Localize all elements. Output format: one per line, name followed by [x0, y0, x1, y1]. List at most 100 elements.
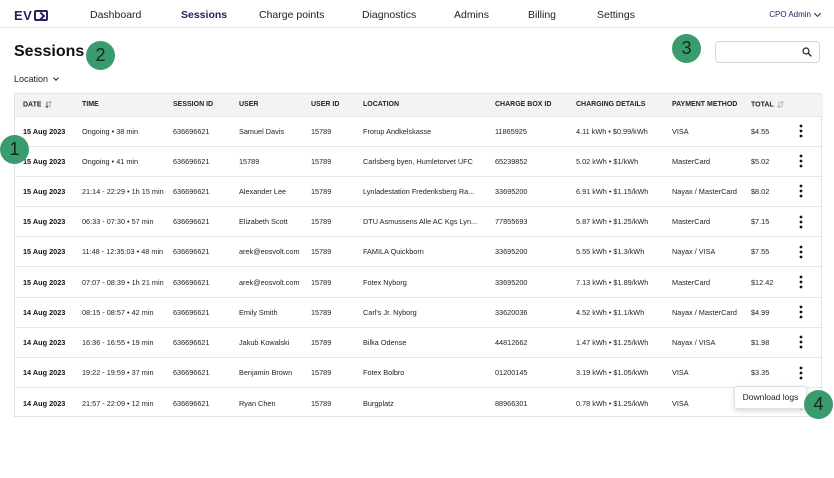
cell-location: FAMILA Quickborn: [363, 247, 424, 257]
cell-charging-details: 1.47 kWh • $1.25/kWh: [576, 337, 649, 347]
cell-time: 19:22 - 19:59 • 37 min: [82, 368, 154, 378]
column-header-user: User: [239, 101, 259, 109]
column-header-actions: [791, 94, 823, 116]
cell-total: $5.02: [751, 156, 770, 166]
cell-session-id: 636696621: [173, 247, 210, 257]
cell-date: 15 Aug 2023: [23, 186, 66, 196]
table-row[interactable]: 15 Aug 2023 11:48 - 12:35:03 • 48 min 6366…: [15, 236, 823, 267]
row-action-menu: Download logs: [734, 386, 807, 409]
search-icon[interactable]: [802, 47, 812, 57]
cell-charging-details: 4.52 kWh • $1.1/kWh: [576, 307, 645, 317]
cell-time: 11:48 - 12:35:03 • 48 min: [82, 247, 164, 257]
nav-diagnostics[interactable]: Diagnostics: [362, 9, 416, 21]
table-row[interactable]: 15 Aug 2023 Ongoing • 41 min 636696621 1578…: [15, 146, 823, 176]
kebab-menu-icon[interactable]: [799, 335, 803, 349]
logo-mark-icon: [34, 10, 49, 21]
chevron-down-icon: [813, 9, 822, 17]
sort-icon[interactable]: [44, 101, 52, 109]
cell-session-id: 636696621: [173, 337, 210, 347]
cell-location: Carl's Jr. Nyborg: [363, 307, 417, 317]
kebab-menu-icon[interactable]: [799, 275, 803, 289]
nav-admins[interactable]: Admins: [454, 9, 489, 21]
cell-user-id: 15789: [311, 398, 332, 408]
table-row[interactable]: 15 Aug 2023 06:33 - 07:30 • 57 min 6366966…: [15, 206, 823, 237]
nav-billing[interactable]: Billing: [528, 9, 556, 21]
cell-session-id: 636696621: [173, 398, 210, 408]
column-header-charging-details: Charging details: [576, 101, 646, 109]
cell-location: Lynladestation Frederiksberg Ra...: [363, 186, 475, 196]
kebab-menu-icon[interactable]: [799, 215, 803, 229]
kebab-menu-icon[interactable]: [799, 305, 803, 319]
table-row[interactable]: 14 Aug 2023 16:36 - 16:55 • 19 min 6366966…: [15, 327, 823, 357]
nav-charge-points[interactable]: Charge points: [259, 9, 324, 21]
column-header-total[interactable]: Total: [743, 94, 791, 116]
callout-marker: 4: [804, 390, 833, 419]
download-logs-menu-item[interactable]: Download logs: [743, 392, 799, 402]
table-row[interactable]: 15 Aug 2023 07:07 - 08:39 • 1h 21 min 6366…: [15, 266, 823, 297]
cell-actions: [791, 237, 823, 267]
cell-charge-box-id: 33695200: [495, 277, 528, 287]
table-row[interactable]: 15 Aug 2023 Ongoing • 38 min 636696621 Samu…: [15, 116, 823, 146]
cell-user: Samuel Davis: [239, 126, 285, 136]
kebab-menu-icon[interactable]: [799, 184, 803, 198]
sort-icon[interactable]: [776, 101, 784, 109]
column-header-payment-method: Payment method: [672, 101, 738, 109]
cell-total: $8.02: [751, 186, 770, 196]
cell-charge-box-id: 11865925: [495, 126, 527, 136]
kebab-menu-icon[interactable]: [799, 245, 803, 259]
kebab-menu-icon[interactable]: [799, 124, 803, 138]
cell-actions: [791, 207, 823, 237]
cell-date: 14 Aug 2023: [23, 398, 66, 408]
cell-charging-details: 5.55 kWh • $1.3/kWh: [576, 247, 645, 257]
cell-user: Alexander Lee: [239, 186, 287, 196]
table-row[interactable]: 14 Aug 2023 19:22 - 19:59 • 37 min 6366966…: [15, 357, 823, 388]
cell-location: DTU Asmussens Alle AC Kgs Lyn...: [363, 217, 478, 227]
cell-session-id: 636696621: [173, 217, 210, 227]
cell-charge-box-id: 88966301: [495, 398, 528, 408]
cell-user-id: 15789: [311, 186, 332, 196]
cell-user-id: 15789: [311, 247, 332, 257]
location-filter[interactable]: Location: [14, 74, 59, 84]
cell-user: Ryan Chen: [239, 398, 276, 408]
column-header-date[interactable]: Date: [15, 94, 74, 116]
cell-total: $4.99: [751, 307, 770, 317]
cell-total: $1.98: [751, 337, 770, 347]
cell-user-id: 15789: [311, 156, 332, 166]
account-name: CPO Admin: [769, 10, 811, 19]
kebab-menu-icon[interactable]: [799, 366, 803, 380]
cell-charging-details: 5.87 kWh • $1.25/kWh: [576, 217, 649, 227]
cell-location: Burgplatz: [363, 398, 394, 408]
column-header-time: Time: [82, 101, 99, 109]
cell-date: 14 Aug 2023: [23, 337, 66, 347]
column-header-session-id: Session ID: [173, 101, 214, 109]
table-row[interactable]: 15 Aug 2023 21:14 - 22:29 • 1h 15 min 6366…: [15, 176, 823, 206]
cell-time: 16:36 - 16:55 • 19 min: [82, 337, 154, 347]
account-menu[interactable]: CPO Admin: [769, 9, 822, 19]
table-row[interactable]: 14 Aug 2023 21:57 - 22:09 • 12 min 6366966…: [15, 387, 823, 418]
cell-time: Ongoing • 41 min: [82, 156, 139, 166]
cell-total: $12.42: [751, 277, 774, 287]
nav-dashboard[interactable]: Dashboard: [90, 9, 141, 21]
cell-actions: [791, 146, 823, 176]
cell-user: Emily Smith: [239, 307, 278, 317]
column-header-user-id: User ID: [311, 101, 340, 109]
nav-settings[interactable]: Settings: [597, 9, 635, 21]
cell-time: 21:57 - 22:09 • 12 min: [82, 398, 154, 408]
cell-location: Carlsberg byen, Humletorvet UFC: [363, 156, 473, 166]
cell-user: arek@eosvolt.com: [239, 247, 300, 257]
cell-actions: [791, 358, 823, 388]
cell-payment-method: Nayax / VISA: [672, 247, 716, 257]
cell-total: $7.15: [751, 217, 770, 227]
cell-actions: [791, 116, 823, 146]
cell-user-id: 15789: [311, 337, 332, 347]
table-row[interactable]: 14 Aug 2023 08:15 - 08:57 • 42 min 6366966…: [15, 297, 823, 327]
nav-sessions[interactable]: Sessions: [181, 9, 227, 21]
cell-charging-details: 0.78 kWh • $1.25/kWh: [576, 398, 649, 408]
brand-logo[interactable]: EV: [14, 8, 49, 23]
cell-payment-method: Nayax / MasterCard: [672, 307, 737, 317]
search-input[interactable]: [722, 42, 802, 62]
cell-payment-method: Nayax / MasterCard: [672, 186, 737, 196]
search-box[interactable]: [715, 41, 820, 63]
kebab-menu-icon[interactable]: [799, 154, 803, 168]
cell-session-id: 636696621: [173, 156, 210, 166]
